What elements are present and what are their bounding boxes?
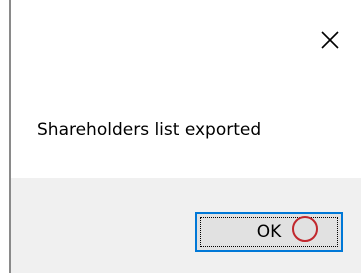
click-indicator-circle (292, 216, 318, 242)
message-dialog: Shareholders list exported OK (0, 0, 361, 273)
dialog-message: Shareholders list exported (37, 120, 262, 140)
close-button[interactable] (310, 20, 350, 60)
ok-button-label: OK (256, 222, 282, 242)
close-icon (321, 31, 339, 49)
ok-button[interactable]: OK (195, 212, 343, 252)
